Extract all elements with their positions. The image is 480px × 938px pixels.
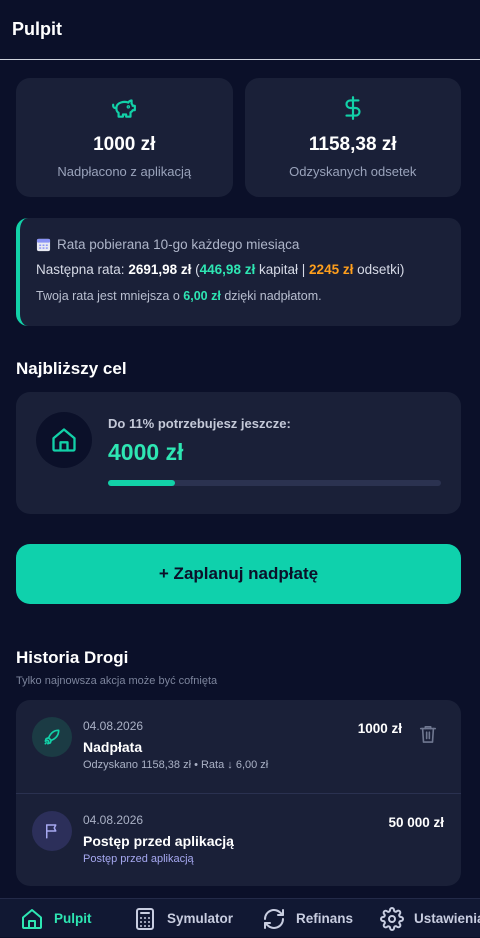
goal-amount: 4000 zł bbox=[108, 439, 184, 465]
history-date: 04.08.2026 bbox=[83, 813, 144, 827]
gear-icon bbox=[380, 906, 404, 931]
nav-item-symulator[interactable]: Symulator bbox=[133, 899, 233, 938]
goal-progress-fill bbox=[108, 480, 175, 486]
stat-value: 1158,38 zł bbox=[308, 134, 397, 155]
payment-schedule: Rata pobierana 10-go każdego miesiąca bbox=[36, 234, 461, 254]
stat-label: Odzyskanych odsetek bbox=[289, 164, 417, 179]
history-list: 04.08.2026 Nadpłata Odzyskano 1158,38 zł… bbox=[16, 700, 461, 886]
history-amount: 50 000 zł bbox=[388, 815, 444, 830]
home-icon bbox=[52, 428, 76, 452]
payment-info-card: Rata pobierana 10-go każdego miesiąca Na… bbox=[16, 218, 461, 326]
history-amount: 1000 zł bbox=[357, 721, 402, 736]
history-detail: Postęp przed aplikacją bbox=[83, 853, 194, 865]
history-detail: Odzyskano 1158,38 zł • Rata ↓ 6,00 zł bbox=[83, 759, 269, 771]
capital-amount: 446,98 zł bbox=[199, 262, 256, 277]
history-item[interactable]: 04.08.2026 Nadpłata Odzyskano 1158,38 zł… bbox=[16, 700, 461, 793]
history-item-icon bbox=[32, 811, 72, 851]
stat-card-interest: 1158,38 zł Odzyskanych odsetek bbox=[244, 78, 461, 197]
history-title-text: Postęp przed aplikacją bbox=[83, 833, 234, 849]
plan-overpayment-button[interactable]: + Zaplanuj nadpłatę bbox=[16, 544, 461, 604]
history-subtitle: Tylko najnowsza akcja może być cofnięta bbox=[16, 675, 218, 687]
interest-amount: 2245 zł bbox=[309, 262, 354, 277]
nav-label: Refinans bbox=[296, 911, 354, 926]
nav-label: Symulator bbox=[167, 911, 234, 926]
home-icon bbox=[22, 908, 42, 929]
refresh-icon bbox=[264, 908, 284, 929]
interest-label: odsetki) bbox=[357, 262, 405, 277]
nav-item-ustawienia[interactable]: Ustawienia bbox=[380, 899, 480, 938]
flag-icon bbox=[46, 824, 57, 839]
stat-label: Nadpłacono z aplikacją bbox=[57, 164, 192, 179]
savings-prefix: Twoja rata jest mniejsza o bbox=[36, 289, 180, 303]
separator: | bbox=[301, 262, 306, 277]
history-item: 04.08.2026 Postęp przed aplikacją Postęp… bbox=[16, 793, 461, 886]
nav-label: Ustawienia bbox=[414, 911, 480, 926]
calendar-icon bbox=[36, 238, 51, 251]
goal-need-label: Do 11% potrzebujesz jeszcze: bbox=[108, 416, 291, 431]
savings-note: Twoja rata jest mniejsza o 6,00 zł dzięk… bbox=[36, 289, 461, 303]
nav-item-refinans[interactable]: Refinans bbox=[262, 899, 353, 938]
stat-value: 1000 zł bbox=[93, 134, 156, 155]
next-payment-label: Następna rata: bbox=[36, 262, 125, 277]
page-title: Pulpit bbox=[12, 19, 62, 39]
goal-progress-bar bbox=[108, 480, 441, 486]
goal-card: Do 11% potrzebujesz jeszcze: 4000 zł bbox=[16, 392, 461, 514]
stats-row: 1000 zł Nadpłacono z aplikacją 1158,38 z… bbox=[16, 78, 461, 197]
dollar-sign-icon bbox=[345, 96, 361, 120]
history-date: 04.08.2026 bbox=[83, 719, 144, 733]
stat-card-overpaid: 1000 zł Nadpłacono z aplikacją bbox=[16, 78, 233, 197]
savings-amount: 6,00 zł bbox=[183, 289, 221, 303]
nav-item-pulpit[interactable]: Pulpit bbox=[20, 899, 92, 938]
schedule-text: Rata pobierana 10-go każdego miesiąca bbox=[57, 236, 300, 252]
nav-label: Pulpit bbox=[54, 911, 92, 926]
history-title: Historia Drogi bbox=[16, 648, 129, 667]
bottom-nav: Pulpit Symulator Refinans Ustawienia bbox=[0, 898, 480, 937]
calculator-icon bbox=[136, 907, 154, 930]
capital-label: kapitał bbox=[258, 262, 298, 277]
history-item-icon bbox=[32, 717, 72, 757]
rocket-icon bbox=[44, 729, 60, 745]
goal-section-title: Najbliższy cel bbox=[16, 359, 127, 378]
next-payment-amount: 2691,98 zł bbox=[128, 262, 192, 277]
trash-icon[interactable] bbox=[419, 724, 437, 744]
goal-icon-circle bbox=[36, 412, 92, 468]
app-header: Pulpit bbox=[0, 0, 480, 60]
history-title-text: Nadpłata bbox=[83, 739, 143, 755]
piggy-bank-icon bbox=[112, 99, 137, 118]
savings-suffix: dzięki nadpłatom. bbox=[224, 289, 322, 303]
next-payment: Następna rata: 2691,98 zł (446,98 zł kap… bbox=[36, 262, 461, 277]
